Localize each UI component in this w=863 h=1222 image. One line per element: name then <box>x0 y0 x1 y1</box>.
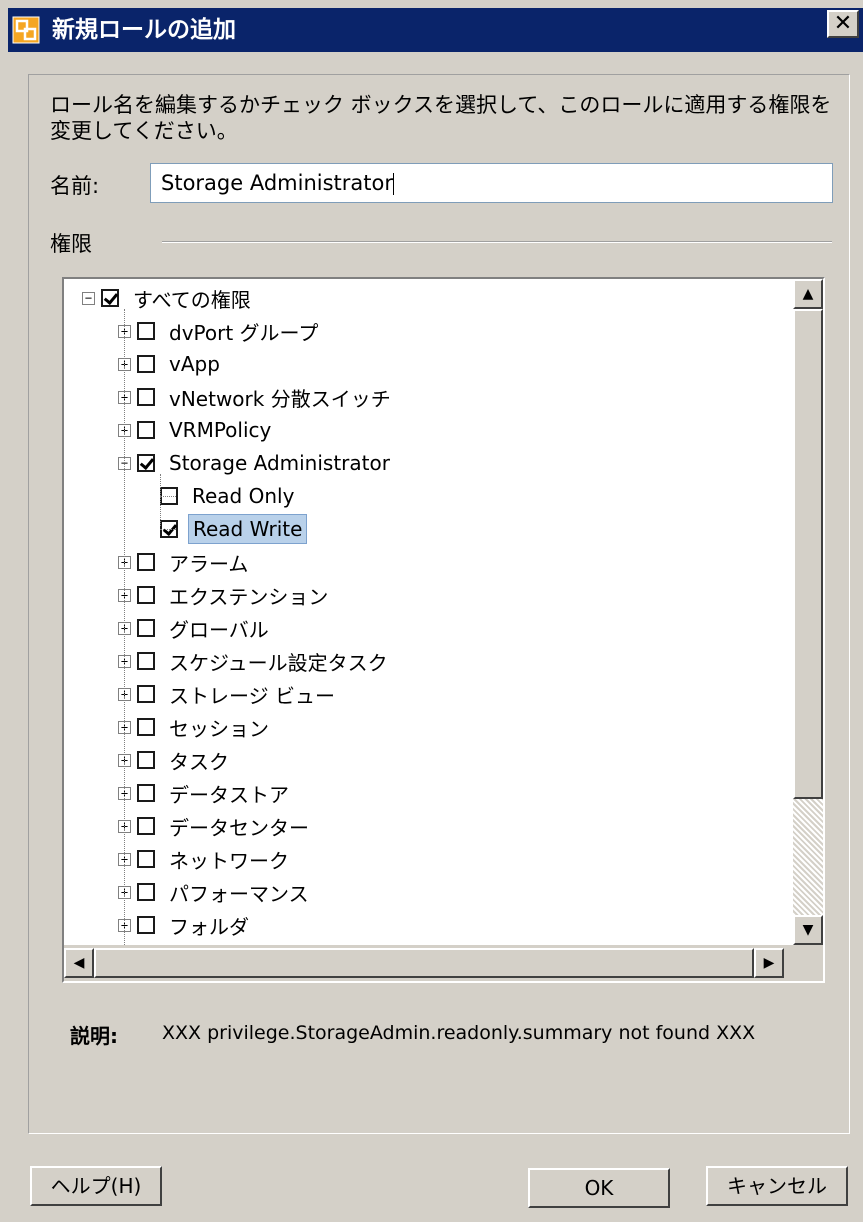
tree-item[interactable]: + VRMPolicy <box>118 415 275 445</box>
tree-item-label: ネットワーク <box>169 848 289 873</box>
help-button[interactable]: ヘルプ(H) <box>30 1166 162 1206</box>
horizontal-scrollbar[interactable]: ◀ ▶ <box>64 945 793 981</box>
vsphere-role-icon <box>12 16 40 44</box>
privilege-checkbox[interactable] <box>137 652 155 670</box>
scroll-up-button[interactable]: ▲ <box>793 279 823 309</box>
tree-item-label: フォルダ <box>169 914 249 939</box>
tree-item[interactable]: + ネットワーク <box>118 844 293 874</box>
privilege-checkbox[interactable] <box>137 685 155 703</box>
vertical-scrollbar[interactable]: ▲ ▼ <box>793 279 823 945</box>
text-caret <box>393 173 394 195</box>
privilege-checkbox[interactable] <box>137 718 155 736</box>
tree-item-label: エクステンション <box>169 584 329 609</box>
tree-item-label: セッション <box>169 716 269 741</box>
tree-item[interactable]: + セッション <box>118 712 273 742</box>
tree-subitem[interactable]: Read Only <box>160 481 298 511</box>
privilege-checkbox[interactable] <box>137 322 155 340</box>
description-label: 説明: <box>70 1024 118 1048</box>
tree-item[interactable]: + パフォーマンス <box>118 877 313 907</box>
scrollbar-corner <box>793 945 823 981</box>
tree-connector <box>124 309 125 945</box>
privilege-checkbox[interactable] <box>137 883 155 901</box>
scroll-right-button[interactable]: ▶ <box>754 948 784 978</box>
tree-item-label: スケジュール設定タスク <box>169 650 388 675</box>
tree-item-label: すべての権限 <box>133 287 251 312</box>
close-icon: ✕ <box>833 11 853 36</box>
tree-item[interactable]: + アラーム <box>118 547 252 577</box>
title-bar[interactable]: 新規ロールの追加 <box>8 8 863 52</box>
privilege-checkbox[interactable] <box>137 454 155 472</box>
dialog-title: 新規ロールの追加 <box>52 17 236 43</box>
cancel-button[interactable]: キャンセル <box>706 1166 848 1206</box>
scroll-thumb[interactable] <box>793 309 823 799</box>
tree-item-label: アラーム <box>169 551 249 576</box>
scroll-track[interactable] <box>793 799 823 915</box>
privileges-divider <box>162 241 832 243</box>
tree-item[interactable]: + タスク <box>118 745 233 775</box>
tree-item-label: データストア <box>169 782 289 807</box>
collapse-icon[interactable]: − <box>82 291 95 305</box>
privilege-checkbox[interactable] <box>137 421 155 439</box>
tree-item[interactable]: + vApp <box>118 349 224 379</box>
scroll-down-button[interactable]: ▼ <box>793 915 823 945</box>
privilege-checkbox[interactable] <box>137 916 155 934</box>
privileges-label: 権限 <box>50 232 92 256</box>
tree-item-label: vNetwork 分散スイッチ <box>169 386 391 411</box>
tree-item-label: データセンター <box>169 815 309 840</box>
tree-item[interactable]: + データストア <box>118 778 293 808</box>
privilege-checkbox[interactable] <box>137 850 155 868</box>
tree-item[interactable]: + エクステンション <box>118 580 332 610</box>
add-role-dialog: 新規ロールの追加 ✕ ロール名を編集するかチェック ボックスを選択して、このロー… <box>0 0 863 1222</box>
role-name-input[interactable]: Storage Administrator <box>150 163 833 203</box>
privilege-checkbox[interactable] <box>101 289 119 307</box>
tree-item-label: vApp <box>169 352 220 376</box>
ok-button[interactable]: OK <box>528 1168 670 1208</box>
tree-item-label: dvPort グループ <box>169 320 319 345</box>
tree-item[interactable]: + ストレージ ビュー <box>118 679 339 709</box>
arrow-left-icon: ◀ <box>73 955 85 971</box>
privilege-checkbox[interactable] <box>137 388 155 406</box>
privilege-checkbox[interactable] <box>137 553 155 571</box>
tree-item[interactable]: + フォルダ <box>118 910 253 940</box>
description-text: XXX privilege.StorageAdmin.readonly.summ… <box>162 1022 756 1044</box>
arrow-up-icon: ▲ <box>802 286 814 302</box>
arrow-right-icon: ▶ <box>763 955 775 971</box>
tree-viewport: − すべての権限 + dvPort グループ + vApp + vNetwork 分散スイッチ… <box>64 279 789 945</box>
tree-item-label: ストレージ ビュー <box>169 683 335 708</box>
privilege-checkbox[interactable] <box>137 817 155 835</box>
tree-connector <box>160 474 161 526</box>
horizontal-scroll-thumb[interactable] <box>94 948 754 978</box>
arrow-down-icon: ▼ <box>802 922 814 938</box>
tree-item[interactable]: + スケジュール設定タスク <box>118 646 392 676</box>
name-label: 名前: <box>50 174 100 198</box>
tree-item[interactable]: + データセンター <box>118 811 313 841</box>
privilege-checkbox[interactable] <box>137 355 155 373</box>
privilege-checkbox[interactable] <box>137 751 155 769</box>
tree-item-label: パフォーマンス <box>169 881 309 906</box>
tree-item-label: Read Only <box>192 484 295 508</box>
role-name-value: Storage Administrator <box>161 171 393 195</box>
tree-item[interactable]: + vNetwork 分散スイッチ <box>118 382 395 412</box>
tree-item-label: Storage Administrator <box>169 451 390 475</box>
privilege-checkbox[interactable] <box>137 784 155 802</box>
tree-item-label: Read Write <box>188 514 308 544</box>
instructions-text: ロール名を編集するかチェック ボックスを選択して、このロールに適用する権限を変更… <box>50 93 832 143</box>
tree-item[interactable]: − すべての権限 <box>82 283 255 313</box>
tree-item[interactable]: + dvPort グループ <box>118 316 322 346</box>
tree-connector <box>160 529 176 530</box>
tree-connector <box>160 496 176 497</box>
privilege-checkbox[interactable] <box>137 586 155 604</box>
tree-item[interactable]: + グローバル <box>118 613 273 643</box>
privileges-tree[interactable]: − すべての権限 + dvPort グループ + vApp + vNetwork 分散スイッチ… <box>62 277 825 983</box>
tree-item-label: グローバル <box>169 617 269 642</box>
privilege-checkbox[interactable] <box>137 619 155 637</box>
tree-item-label: VRMPolicy <box>169 418 272 442</box>
scroll-left-button[interactable]: ◀ <box>64 948 94 978</box>
close-button[interactable]: ✕ <box>827 10 859 38</box>
tree-item-label: タスク <box>169 749 229 774</box>
tree-subitem[interactable]: Read Write <box>160 514 308 544</box>
